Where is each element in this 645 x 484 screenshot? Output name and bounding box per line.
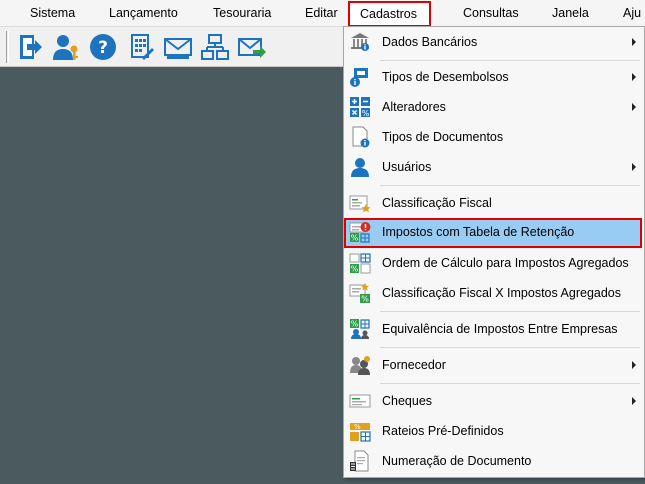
menu-item-label: Cheques (382, 394, 433, 408)
menu-cadastros[interactable]: Cadastros (348, 1, 431, 27)
document-info-icon (352, 126, 370, 148)
exit-button[interactable] (14, 30, 46, 63)
menu-item-cheques[interactable]: Cheques (345, 387, 643, 415)
menu-item-usuarios[interactable]: Usuários (345, 153, 643, 181)
menu-item-alteradores[interactable]: % Alteradores (345, 93, 643, 121)
tax-equivalence-icon: % (350, 319, 370, 339)
submenu-arrow-icon (632, 73, 636, 81)
menu-item-label: Tipos de Documentos (382, 130, 504, 144)
menu-item-tipos-desembolsos[interactable]: Tipos de Desembolsos (345, 63, 643, 91)
menu-item-dados-bancarios[interactable]: Dados Bancários (345, 28, 643, 56)
menu-lancamento[interactable]: Lançamento (109, 0, 178, 27)
help-icon: ? (90, 33, 116, 60)
submenu-arrow-icon (632, 397, 636, 405)
disbursement-icon (350, 68, 368, 87)
menu-bar: Sistema Lançamento Tesouraria Editar Cad… (0, 0, 645, 27)
mail-icon (164, 37, 192, 59)
user-icon (351, 158, 369, 177)
network-icon (201, 33, 229, 60)
mail-send-icon (238, 37, 266, 58)
math-operators-icon: % (350, 97, 370, 118)
menu-item-equivalencia-impostos[interactable]: % Equivalência de Impostos Entre Empresa… (345, 315, 643, 343)
mail-button[interactable] (162, 30, 194, 63)
help-button[interactable]: ? (87, 30, 119, 63)
menu-item-ordem-calculo[interactable]: % Ordem de Cálculo para Impostos Agregad… (345, 249, 643, 277)
menu-editar[interactable]: Editar (305, 0, 338, 27)
svg-text:?: ? (98, 38, 108, 58)
menu-item-label: Ordem de Cálculo para Impostos Agregados (382, 256, 629, 270)
menu-item-label: Classificação Fiscal X Impostos Agregado… (382, 286, 621, 300)
menu-ajuda[interactable]: Aju (623, 0, 641, 27)
fiscal-classification-icon (349, 195, 371, 213)
menu-item-numeracao-documento[interactable]: Numeração de Documento (345, 447, 643, 475)
menu-item-classificacao-fiscal[interactable]: Classificação Fiscal (345, 189, 643, 217)
menu-item-tipos-documentos[interactable]: Tipos de Documentos (345, 123, 643, 151)
menu-separator (380, 60, 640, 61)
bank-icon (351, 33, 369, 51)
supplier-icon (350, 356, 370, 375)
svg-text:%: % (351, 265, 359, 274)
network-button[interactable] (199, 30, 231, 63)
apportionment-icon: % (350, 423, 371, 442)
menu-item-label: Alteradores (382, 100, 446, 114)
calculator-icon (131, 33, 154, 60)
menu-separator (380, 185, 640, 186)
user-key-button[interactable] (50, 30, 82, 63)
menu-item-label: Fornecedor (382, 358, 446, 372)
exit-icon (20, 34, 42, 59)
mail-send-button[interactable] (236, 30, 268, 63)
menu-item-label: Rateios Pré-Definidos (382, 424, 504, 438)
svg-text:%: % (351, 234, 359, 243)
menu-item-rateios[interactable]: % Rateios Pré-Definidos (345, 417, 643, 445)
menu-item-label: Numeração de Documento (382, 454, 532, 468)
submenu-arrow-icon (632, 361, 636, 369)
tax-order-icon: % (349, 253, 371, 274)
document-numbering-icon (350, 450, 369, 472)
svg-text:%: % (351, 320, 359, 329)
submenu-arrow-icon (632, 38, 636, 46)
menu-item-fornecedor[interactable]: Fornecedor (345, 351, 643, 379)
menu-item-impostos-tabela-retencao[interactable]: % Impostos com Tabela de Retenção (344, 218, 642, 248)
user-key-icon (53, 34, 78, 60)
menu-item-label: Usuários (382, 160, 432, 174)
menu-separator (380, 311, 640, 312)
menu-separator (380, 383, 640, 384)
fiscal-tax-icon: % (349, 283, 370, 304)
svg-text:%: % (354, 423, 361, 431)
menu-item-classificacao-fiscal-impostos[interactable]: % Classificação Fiscal X Impostos Agrega… (345, 279, 643, 307)
tax-retention-icon: % (349, 222, 371, 243)
menu-separator (380, 347, 640, 348)
menu-tesouraria[interactable]: Tesouraria (213, 0, 271, 27)
menu-sistema[interactable]: Sistema (30, 0, 75, 27)
menu-consultas[interactable]: Consultas (463, 0, 519, 27)
menu-item-label: Equivalência de Impostos Entre Empresas (382, 322, 618, 336)
menu-item-label: Tipos de Desembolsos (382, 70, 509, 84)
menu-janela[interactable]: Janela (552, 0, 589, 27)
calculator-button[interactable] (125, 30, 157, 63)
menu-item-label: Impostos com Tabela de Retenção (382, 225, 575, 239)
menu-item-label: Classificação Fiscal (382, 196, 492, 210)
menu-item-label: Dados Bancários (382, 35, 478, 49)
submenu-arrow-icon (632, 103, 636, 111)
cheque-icon (349, 394, 371, 408)
toolbar-grip[interactable] (6, 31, 9, 63)
cadastros-dropdown: Dados Bancários Tipos de Desembolsos % A… (343, 26, 645, 478)
svg-text:%: % (361, 295, 369, 304)
submenu-arrow-icon (632, 163, 636, 171)
svg-text:%: % (362, 109, 370, 118)
